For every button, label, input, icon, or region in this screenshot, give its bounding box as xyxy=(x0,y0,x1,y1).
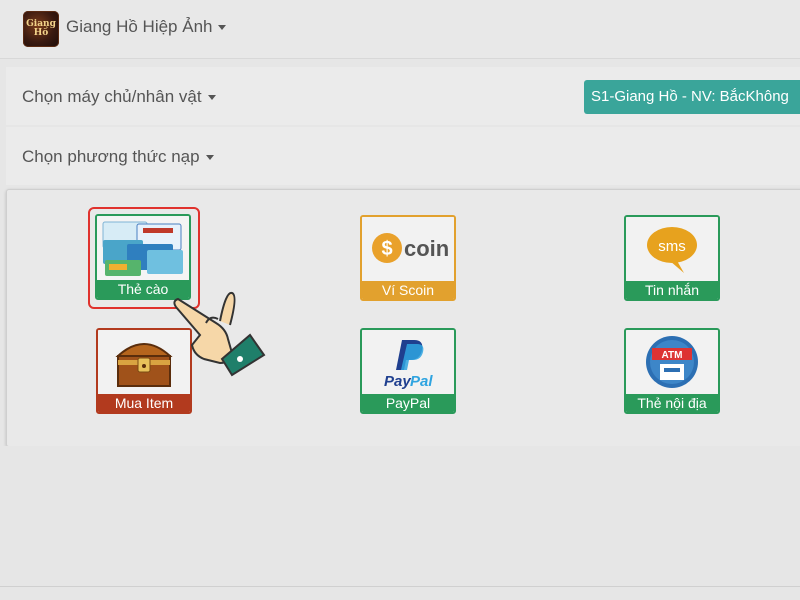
pointing-hand-icon xyxy=(173,291,266,377)
chevron-down-icon xyxy=(205,155,214,161)
sms-text: sms xyxy=(658,238,686,255)
method-label: Tin nhắn xyxy=(626,281,718,299)
top-bar: Giang Hồ Giang Hồ Hiệp Ảnh xyxy=(0,0,800,59)
payment-method-row: Chọn phương thức nạp xyxy=(6,127,800,185)
empty-content-area xyxy=(0,446,800,566)
payment-method-label: Chọn phương thức nạp xyxy=(22,147,200,166)
server-selector-label: Chọn máy chủ/nhân vật xyxy=(22,87,202,106)
method-paypal[interactable]: Pay Pal PayPal xyxy=(360,328,456,414)
paypal-text-2: Pal xyxy=(410,373,433,390)
phone-cards-icon xyxy=(97,216,189,280)
chevron-down-icon xyxy=(218,25,227,31)
server-character-select[interactable]: S1-Giang Hồ - NV: BắcKhông xyxy=(584,80,800,114)
method-the-noi-dia[interactable]: ATM Thẻ nội địa xyxy=(624,328,720,414)
method-label: PayPal xyxy=(362,394,454,412)
atm-text: ATM xyxy=(662,350,683,361)
svg-text:$: $ xyxy=(381,238,392,260)
game-logo-text: Giang Hồ xyxy=(26,19,56,38)
payment-method-selector[interactable]: Chọn phương thức nạp xyxy=(22,147,214,167)
method-label: Thẻ nội địa xyxy=(626,394,718,412)
method-vi-scoin[interactable]: $ coin Ví Scoin xyxy=(360,215,456,301)
server-selector[interactable]: Chọn máy chủ/nhân vật xyxy=(22,87,216,107)
method-label: Mua Item xyxy=(98,394,190,412)
chevron-down-icon xyxy=(207,95,216,101)
game-selector[interactable]: Giang Hồ Hiệp Ảnh xyxy=(66,17,227,37)
method-tin-nhan[interactable]: sms Tin nhắn xyxy=(624,215,720,301)
paypal-icon: Pay Pal xyxy=(362,330,454,394)
scoin-text: coin xyxy=(404,236,449,261)
atm-card-icon: ATM xyxy=(626,330,718,394)
game-name: Giang Hồ Hiệp Ảnh xyxy=(66,17,213,36)
scoin-icon: $ coin xyxy=(362,217,454,281)
divider xyxy=(0,586,800,587)
paypal-text-1: Pay xyxy=(384,373,411,390)
game-logo: Giang Hồ xyxy=(23,11,59,47)
method-label: Ví Scoin xyxy=(362,281,454,299)
sms-bubble-icon: sms xyxy=(626,217,718,281)
